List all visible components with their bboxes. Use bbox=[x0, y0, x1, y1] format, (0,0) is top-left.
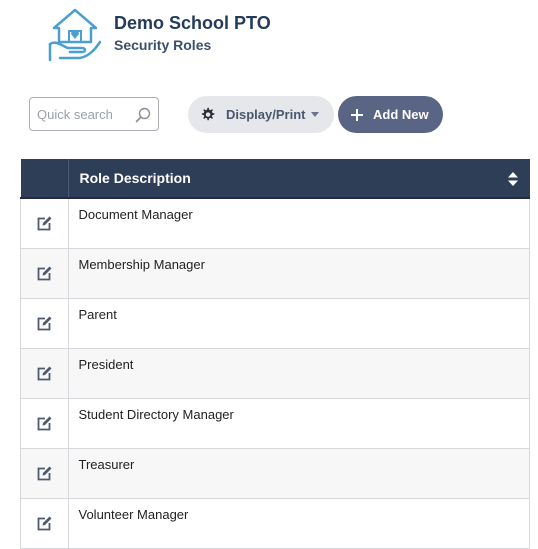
table-row[interactable]: Membership Manager bbox=[20, 248, 530, 299]
edit-icon[interactable] bbox=[36, 365, 53, 382]
edit-cell[interactable] bbox=[20, 448, 69, 499]
add-new-button[interactable]: Add New bbox=[338, 96, 443, 133]
role-description-cell: Parent bbox=[67, 298, 530, 349]
role-description-header-label: Role Description bbox=[79, 170, 191, 186]
edit-column-header bbox=[20, 159, 69, 199]
house-in-hands-icon bbox=[46, 4, 104, 64]
edit-icon[interactable] bbox=[36, 265, 53, 282]
edit-cell[interactable] bbox=[20, 197, 69, 249]
edit-cell[interactable] bbox=[20, 398, 69, 449]
role-description-cell: Treasurer bbox=[67, 448, 530, 499]
chevron-down-icon bbox=[311, 112, 320, 117]
table-row[interactable]: Treasurer bbox=[20, 448, 530, 499]
edit-cell[interactable] bbox=[20, 298, 69, 349]
role-description-header[interactable]: Role Description bbox=[68, 159, 530, 199]
org-name: Demo School PTO bbox=[114, 13, 271, 33]
role-description-cell: Student Directory Manager bbox=[67, 398, 530, 449]
role-description-cell: President bbox=[67, 348, 530, 399]
edit-icon[interactable] bbox=[36, 215, 53, 232]
quick-search[interactable] bbox=[29, 97, 159, 131]
edit-icon[interactable] bbox=[36, 515, 53, 532]
edit-cell[interactable] bbox=[20, 348, 69, 399]
edit-icon[interactable] bbox=[36, 415, 53, 432]
gear-icon bbox=[201, 107, 215, 121]
display-print-label: Display/Print bbox=[226, 107, 306, 122]
edit-icon[interactable] bbox=[36, 315, 53, 332]
role-description-cell: Volunteer Manager bbox=[67, 498, 530, 549]
search-input[interactable] bbox=[37, 104, 133, 124]
edit-cell[interactable] bbox=[20, 498, 69, 549]
table-row[interactable]: Parent bbox=[20, 298, 530, 349]
plus-icon bbox=[351, 108, 363, 121]
role-description-cell: Membership Manager bbox=[67, 248, 530, 299]
role-description-cell: Document Manager bbox=[67, 197, 530, 249]
logo bbox=[46, 4, 104, 64]
table-row[interactable]: Document Manager bbox=[20, 197, 530, 249]
table-row[interactable]: Student Directory Manager bbox=[20, 398, 530, 449]
edit-icon[interactable] bbox=[36, 465, 53, 482]
page-title: Security Roles bbox=[114, 37, 212, 53]
display-print-button[interactable]: Display/Print bbox=[188, 96, 334, 133]
edit-cell[interactable] bbox=[20, 248, 69, 299]
table-header-row: Role Description bbox=[20, 159, 530, 199]
add-new-label: Add New bbox=[373, 107, 429, 122]
search-icon[interactable] bbox=[135, 107, 151, 123]
table-row[interactable]: President bbox=[20, 348, 530, 399]
table-row[interactable]: Volunteer Manager bbox=[20, 498, 530, 549]
sort-icon[interactable] bbox=[507, 172, 518, 186]
roles-table-body: Document Manager Membership Manager Parent… bbox=[20, 197, 530, 549]
roles-table: Role Description Document Manager Members… bbox=[20, 159, 530, 549]
